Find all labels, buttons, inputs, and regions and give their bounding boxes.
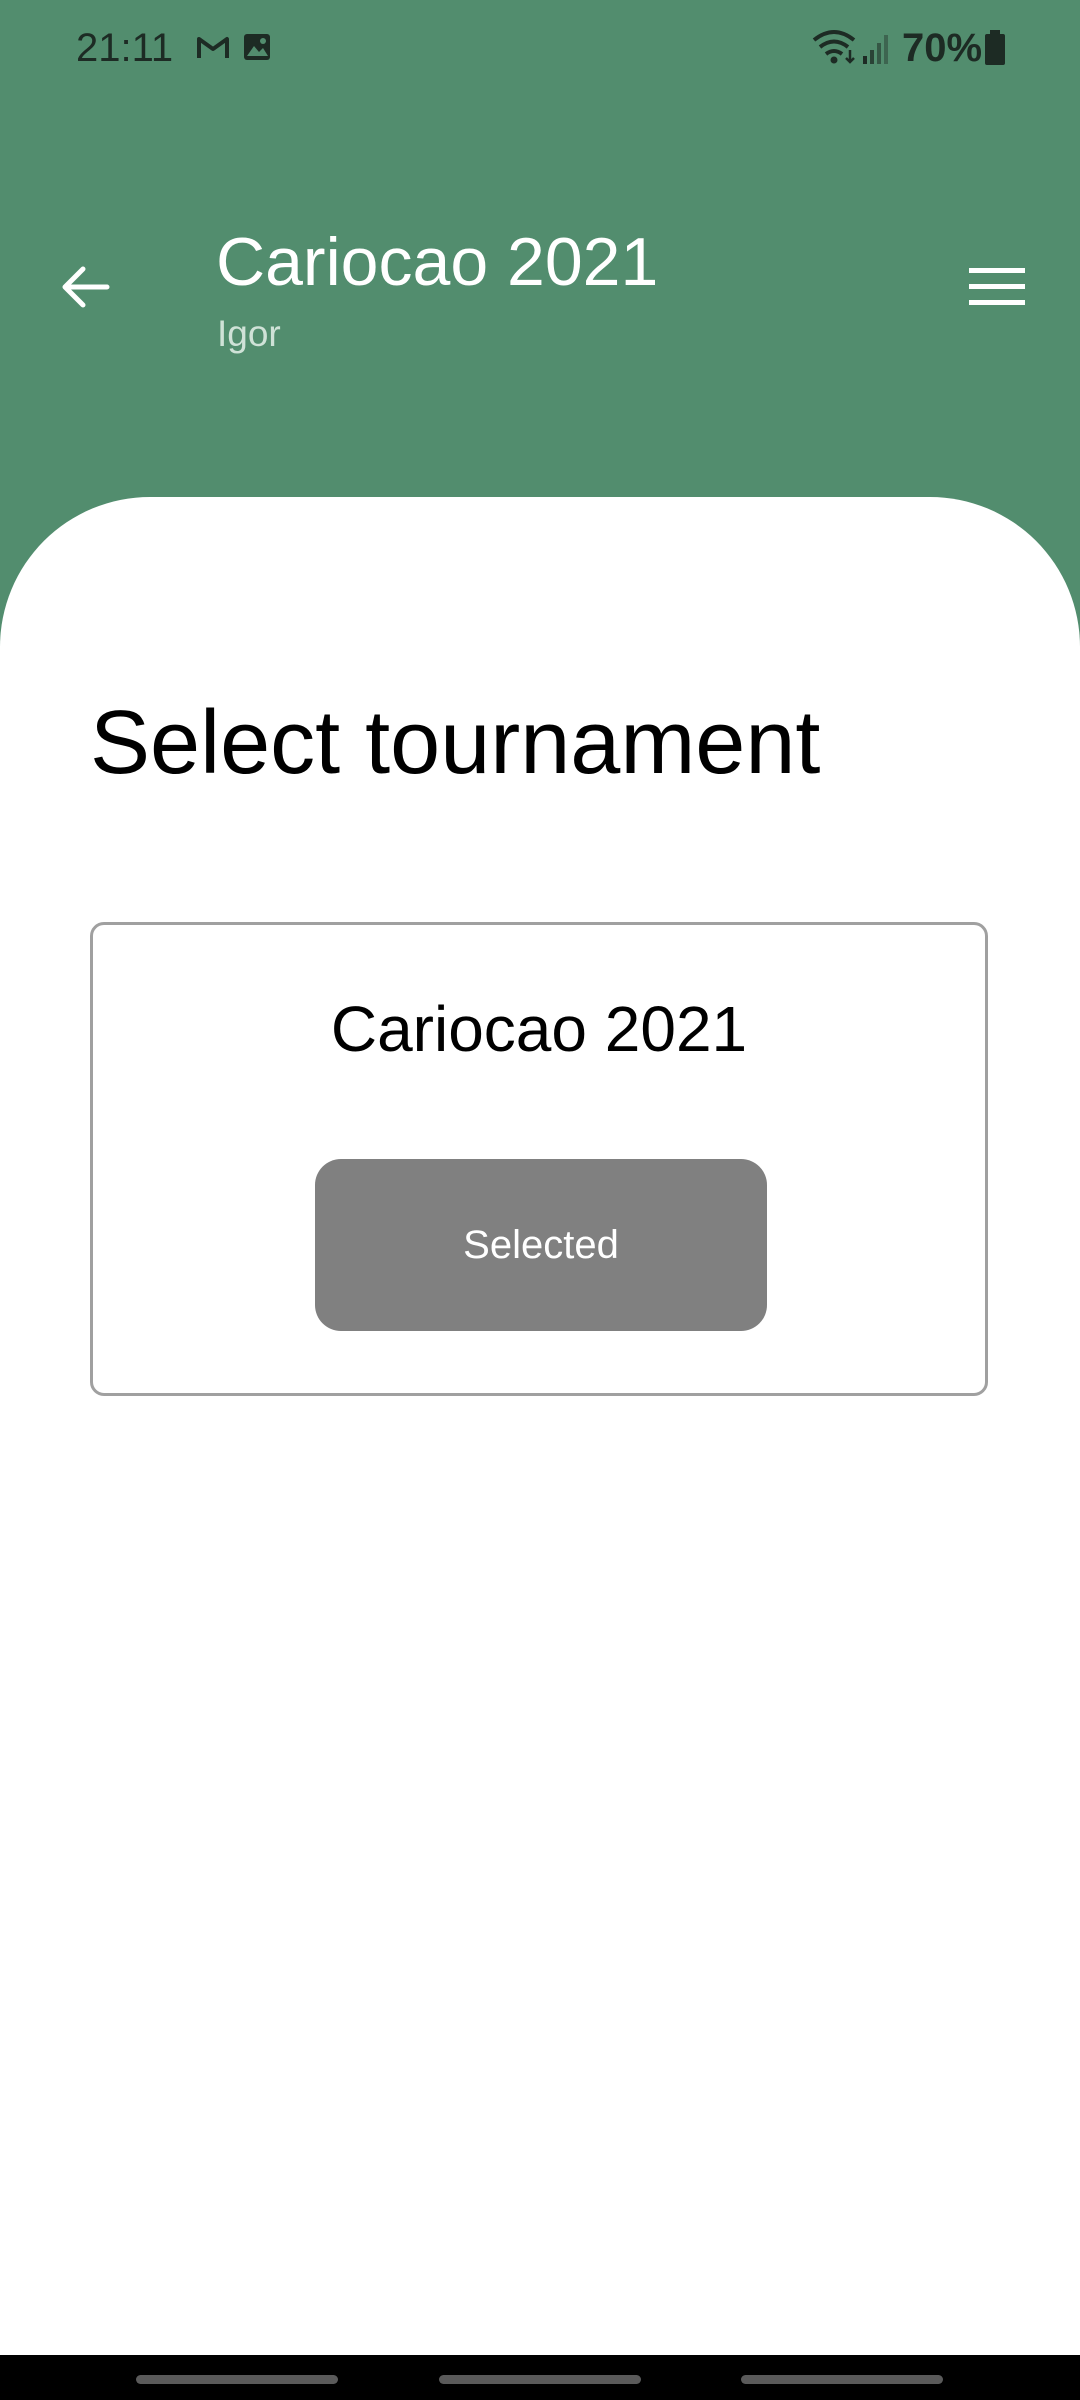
gmail-icon bbox=[197, 37, 229, 58]
back-button[interactable] bbox=[40, 242, 130, 332]
signal-icon bbox=[863, 35, 888, 64]
content-sheet: Select tournament Cariocao 2021 Selected bbox=[0, 497, 1080, 2355]
navigation-bar bbox=[0, 2355, 1080, 2400]
app-subtitle: Igor bbox=[217, 313, 281, 354]
app-title: Cariocao 2021 bbox=[216, 224, 659, 300]
battery-icon bbox=[985, 30, 1005, 65]
wifi-icon bbox=[812, 30, 856, 64]
gallery-icon bbox=[244, 34, 270, 60]
status-bar: 21:11 70% bbox=[0, 0, 1080, 96]
nav-home-button[interactable] bbox=[439, 2375, 641, 2384]
page-title: Select tournament bbox=[90, 693, 821, 793]
selected-button[interactable]: Selected bbox=[315, 1159, 767, 1331]
battery-percent: 70% bbox=[902, 26, 983, 70]
tournament-card: Cariocao 2021 Selected bbox=[90, 922, 988, 1396]
status-time: 21:11 bbox=[76, 26, 174, 70]
nav-back-button[interactable] bbox=[741, 2375, 943, 2384]
nav-recents-button[interactable] bbox=[136, 2375, 338, 2384]
menu-button[interactable] bbox=[952, 242, 1042, 332]
tournament-name: Cariocao 2021 bbox=[330, 993, 748, 1065]
hamburger-menu-icon bbox=[969, 268, 1025, 305]
app-bar: Cariocao 2021 Igor bbox=[0, 200, 1080, 380]
arrow-left-icon bbox=[62, 266, 110, 308]
